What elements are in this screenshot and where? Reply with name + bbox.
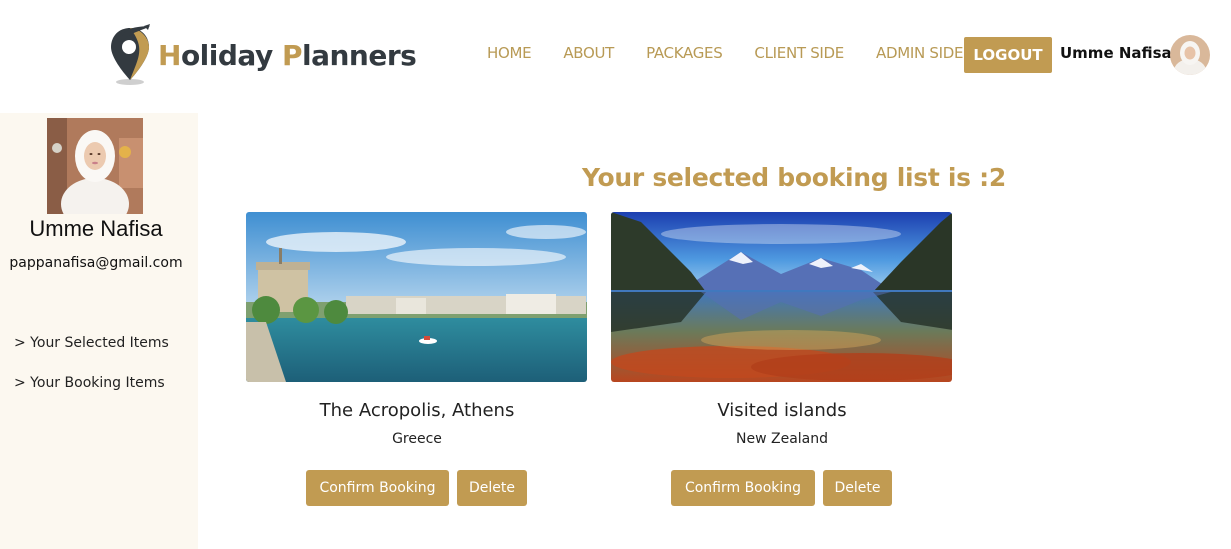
navbar: Holiday Planners HOME ABOUT PACKAGES CLI…	[0, 0, 1231, 112]
nav-links: HOME ABOUT PACKAGES CLIENT SIDE ADMIN SI…	[487, 44, 995, 62]
delete-button[interactable]: Delete	[457, 470, 527, 506]
booking-card: Visited islands New Zealand Confirm Book…	[611, 212, 953, 506]
profile-photo	[47, 118, 143, 214]
nav-packages[interactable]: PACKAGES	[646, 44, 723, 62]
sidebar-item-selected-items[interactable]: > Your Selected Items	[14, 335, 169, 351]
card-title: The Acropolis, Athens	[319, 400, 515, 421]
card-title: Visited islands	[717, 400, 847, 421]
brand-logo[interactable]: Holiday Planners	[108, 24, 417, 86]
page-title: Your selected booking list is :2	[582, 163, 1006, 192]
card-location: Greece	[392, 431, 442, 447]
booking-card: The Acropolis, Athens Greece Confirm Boo…	[246, 212, 588, 506]
location-pin-icon	[111, 24, 150, 85]
logout-button[interactable]: LOGOUT	[964, 37, 1052, 73]
confirm-booking-button[interactable]: Confirm Booking	[671, 470, 815, 506]
confirm-booking-button[interactable]: Confirm Booking	[306, 470, 449, 506]
destination-image	[246, 212, 587, 382]
card-location: New Zealand	[736, 431, 828, 447]
destination-image	[611, 212, 952, 382]
nav-about[interactable]: ABOUT	[563, 44, 614, 62]
user-name: Umme Nafisa	[1060, 44, 1172, 62]
sidebar-item-booking-items[interactable]: > Your Booking Items	[14, 375, 165, 391]
profile-name: Umme Nafisa	[29, 216, 163, 241]
brand-name: Holiday Planners	[158, 38, 417, 72]
avatar[interactable]	[1170, 35, 1210, 75]
sidebar: Umme Nafisa pappanafisa@gmail.com > Your…	[0, 113, 198, 549]
user-avatar-image	[1170, 35, 1210, 75]
nav-admin-side[interactable]: ADMIN SIDE	[876, 44, 963, 62]
nav-home[interactable]: HOME	[487, 44, 532, 62]
profile-email: pappanafisa@gmail.com	[9, 255, 183, 271]
nav-client-side[interactable]: CLIENT SIDE	[754, 44, 844, 62]
delete-button[interactable]: Delete	[823, 470, 892, 506]
